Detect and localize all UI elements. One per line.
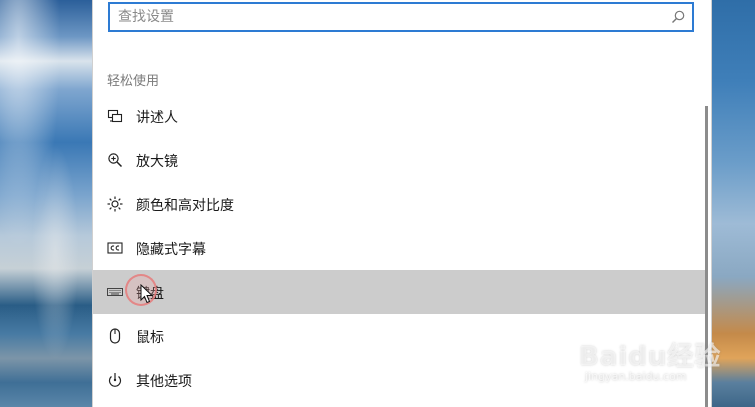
other-options-icon <box>108 373 122 387</box>
nav-item-label: 隐藏式字幕 <box>136 242 206 258</box>
nav-item-label: 其他选项 <box>136 374 192 390</box>
nav-item-label: 颜色和高对比度 <box>136 198 234 214</box>
mouse-icon <box>109 328 121 344</box>
nav-item-label: 放大镜 <box>136 154 178 170</box>
nav-item-color-contrast[interactable]: 颜色和高对比度 <box>93 182 706 226</box>
search-box[interactable] <box>108 2 694 32</box>
brightness-icon <box>107 196 123 212</box>
section-title: 轻松使用 <box>107 74 160 89</box>
narrator-icon <box>107 109 123 123</box>
nav-item-label: 鼠标 <box>136 330 164 346</box>
nav-list: 讲述人 放大镜 颜色和高对比度 隐藏式字幕 鼠标 其他选项 <box>93 94 706 402</box>
nav-item-mouse[interactable]: 鼠标 <box>93 314 706 358</box>
nav-item-narrator[interactable]: 讲述人 <box>93 94 706 138</box>
settings-window: 轻松使用 讲述人 放大镜 <box>92 0 712 407</box>
nav-item-closed-captions[interactable]: 隐藏式字幕 <box>93 226 706 270</box>
scrollbar[interactable] <box>705 106 708 407</box>
nav-item-magnifier[interactable]: 放大镜 <box>93 138 706 182</box>
desktop-wallpaper-right <box>712 0 755 407</box>
search-input[interactable] <box>118 7 658 27</box>
nav-item-keyboard[interactable]: 键盘 <box>93 270 706 314</box>
desktop-wallpaper-left <box>0 0 92 407</box>
magnifier-icon <box>108 153 123 168</box>
keyboard-icon <box>107 288 123 296</box>
nav-item-other-options[interactable]: 其他选项 <box>93 358 706 402</box>
nav-item-label: 讲述人 <box>136 110 178 126</box>
mouse-cursor-icon <box>140 284 154 304</box>
search-icon[interactable] <box>670 9 686 25</box>
closed-captions-icon <box>107 242 123 254</box>
